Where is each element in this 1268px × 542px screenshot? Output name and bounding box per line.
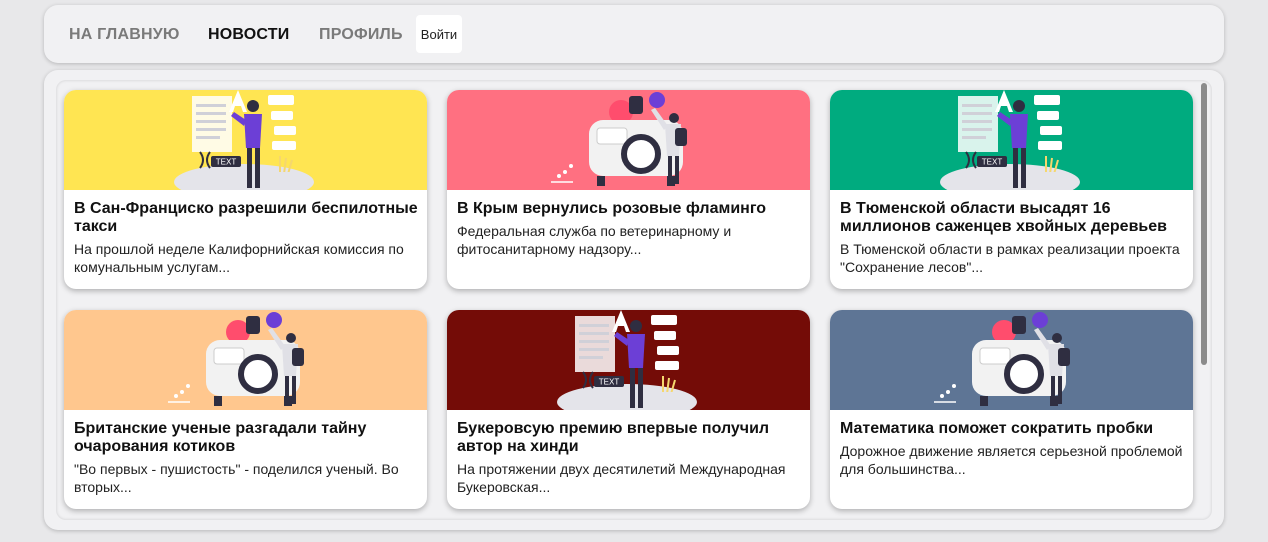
news-card-summary: "Во первых - пушистость" - поделился уче… <box>74 461 399 495</box>
news-card-summary: На протяжении двух десятилетий Междунаро… <box>457 461 786 495</box>
news-card-summary: Дорожное движение является серьезной про… <box>840 443 1183 477</box>
nav-news-link[interactable]: НОВОСТИ <box>208 26 289 44</box>
news-card-title[interactable]: Математика поможет сократить пробки <box>840 420 1185 438</box>
news-card[interactable]: В Крым вернулись розовые фламинго Федерал… <box>447 90 810 289</box>
news-card-image: TEXT <box>830 90 1193 190</box>
news-scroll-area[interactable]: TEXT В Сан-Франциско разрешили беспилотн… <box>56 80 1212 520</box>
nav-home-link[interactable]: НА ГЛАВНУЮ <box>69 26 180 44</box>
news-card-image <box>64 310 427 410</box>
news-card-title[interactable]: В Сан-Франциско разрешили беспилотные та… <box>74 200 419 236</box>
login-button[interactable]: Войти <box>416 15 462 53</box>
news-card-summary: На прошлой неделе Калифорнийская комисси… <box>74 241 404 275</box>
news-card-title[interactable]: В Тюменской области высадят 16 миллионов… <box>840 200 1185 236</box>
news-card[interactable]: Британские ученые разгадали тайну очаров… <box>64 310 427 509</box>
news-card-summary: Федеральная служба по ветеринарному и фи… <box>457 223 732 257</box>
news-card-title[interactable]: Британские ученые разгадали тайну очаров… <box>74 420 419 456</box>
news-card-image <box>447 90 810 190</box>
news-card-title[interactable]: В Крым вернулись розовые фламинго <box>457 200 802 218</box>
news-card-image: TEXT <box>447 310 810 410</box>
news-card[interactable]: TEXT Букеровсую премию впервые получил а… <box>447 310 810 509</box>
top-navigation: НА ГЛАВНУЮ НОВОСТИ ПРОФИЛЬ Войти <box>44 5 1224 63</box>
news-card-image <box>830 310 1193 410</box>
news-card-summary: В Тюменской области в рамках реализации … <box>840 241 1180 275</box>
news-card-title[interactable]: Букеровсую премию впервые получил автор … <box>457 420 802 456</box>
illustration-text-label: TEXT <box>599 378 620 387</box>
news-card-image: TEXT <box>64 90 427 190</box>
news-card[interactable]: Математика поможет сократить пробки Дорож… <box>830 310 1193 509</box>
news-card[interactable]: TEXT В Тюменской области высадят 16 милл… <box>830 90 1193 289</box>
news-feed-panel: TEXT В Сан-Франциско разрешили беспилотн… <box>44 70 1224 530</box>
nav-profile-link[interactable]: ПРОФИЛЬ <box>319 26 403 44</box>
scrollbar-thumb[interactable] <box>1201 83 1207 365</box>
news-card[interactable]: TEXT В Сан-Франциско разрешили беспилотн… <box>64 90 427 289</box>
illustration-text-label: TEXT <box>216 158 237 167</box>
illustration-text-label: TEXT <box>982 158 1003 167</box>
